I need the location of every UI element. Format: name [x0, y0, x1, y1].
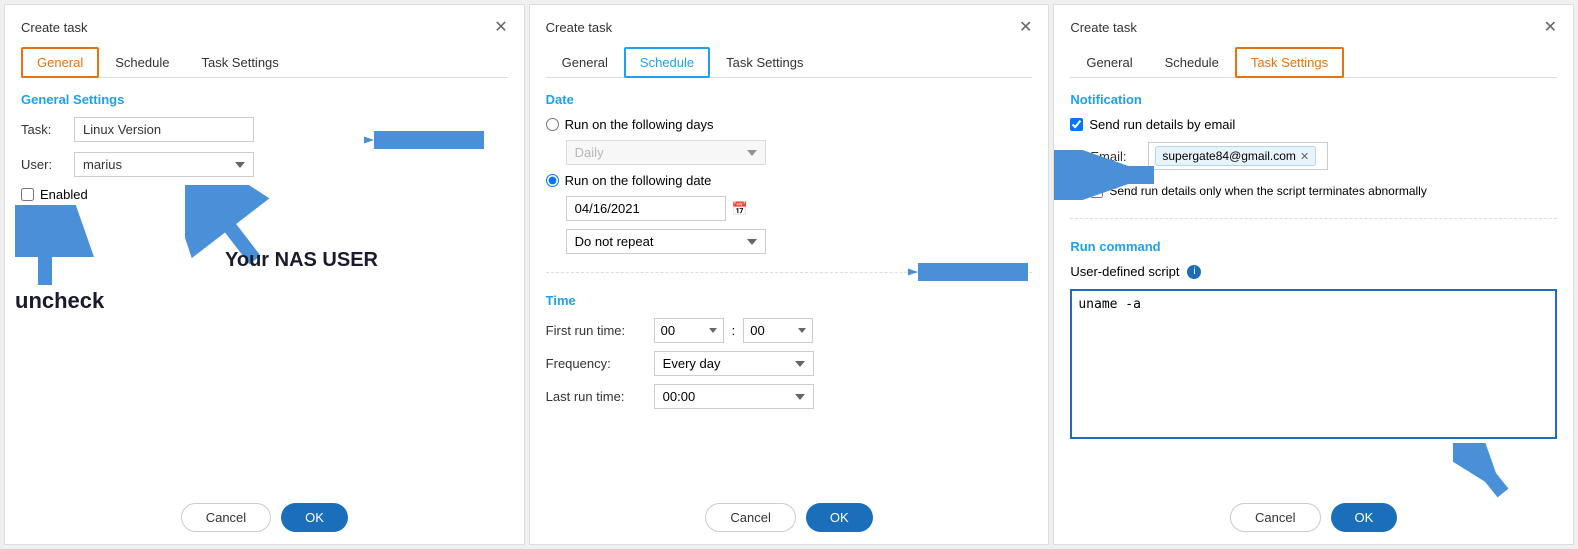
send-email-checkbox[interactable]: [1070, 118, 1083, 131]
user-select[interactable]: marius: [74, 152, 254, 177]
arrow-down-right: [1453, 443, 1513, 503]
tab-schedule-3[interactable]: Schedule: [1149, 47, 1235, 78]
time-section-title: Time: [546, 293, 1033, 308]
panel2-cancel-button[interactable]: Cancel: [705, 503, 795, 532]
panel3-ok-button[interactable]: OK: [1331, 503, 1398, 532]
hour-select[interactable]: 00: [654, 318, 724, 343]
tab-schedule-2[interactable]: Schedule: [624, 47, 710, 78]
panel3-title: Create task: [1070, 20, 1136, 35]
panel2-header: Create task ✕: [546, 17, 1033, 37]
radio-days-label: Run on the following days: [565, 117, 714, 132]
abnormal-checkbox[interactable]: [1090, 185, 1103, 198]
panel3-tabs: General Schedule Task Settings: [1070, 47, 1557, 78]
divider-2: [1070, 218, 1557, 219]
panel3-header: Create task ✕: [1070, 17, 1557, 37]
panel2-footer: Cancel OK: [530, 503, 1049, 532]
first-run-row: First run time: 00 : 00: [546, 318, 1033, 343]
panel3-cancel-button[interactable]: Cancel: [1230, 503, 1320, 532]
run-command-title: Run command: [1070, 239, 1557, 254]
annotation-nas-user-text: Your NAS USER: [225, 248, 378, 272]
email-chip: supergate84@gmail.com ✕: [1155, 146, 1316, 166]
panel1-cancel-button[interactable]: Cancel: [181, 503, 271, 532]
divider-1: [546, 272, 1033, 273]
user-label: User:: [21, 157, 66, 172]
script-label: User-defined script: [1070, 264, 1179, 279]
tab-general-1[interactable]: General: [21, 47, 99, 78]
date-input[interactable]: [566, 196, 726, 221]
panel1-title: Create task: [21, 20, 87, 35]
email-chip-close-button[interactable]: ✕: [1300, 150, 1309, 163]
email-row: Email: supergate84@gmail.com ✕: [1090, 142, 1557, 170]
tab-general-2[interactable]: General: [546, 47, 624, 78]
email-chip-container: supergate84@gmail.com ✕: [1148, 142, 1328, 170]
panel1-header: Create task ✕: [21, 17, 508, 37]
panel2-title: Create task: [546, 20, 612, 35]
panel3-footer: Cancel OK: [1054, 503, 1573, 532]
send-email-label: Send run details by email: [1089, 117, 1235, 132]
tab-task-settings-2[interactable]: Task Settings: [710, 47, 819, 78]
tab-general-3[interactable]: General: [1070, 47, 1148, 78]
date-input-row: 📅: [566, 196, 1033, 221]
first-run-label: First run time:: [546, 323, 646, 338]
script-textarea[interactable]: uname -a: [1070, 289, 1557, 439]
email-chip-value: supergate84@gmail.com: [1162, 149, 1296, 163]
tab-task-settings-1[interactable]: Task Settings: [185, 47, 294, 78]
daily-select-wrapper: Daily: [546, 140, 1033, 173]
panel1-tabs: General Schedule Task Settings: [21, 47, 508, 78]
annotation-uncheck-area: uncheck: [15, 205, 104, 314]
general-settings-title: General Settings: [21, 92, 508, 107]
panel2-ok-button[interactable]: OK: [806, 503, 873, 532]
tab-task-settings-3[interactable]: Task Settings: [1235, 47, 1344, 78]
frequency-select[interactable]: Every day: [654, 351, 814, 376]
enabled-checkbox[interactable]: [21, 188, 34, 201]
info-icon[interactable]: i: [1187, 265, 1201, 279]
radio-date-input[interactable]: [546, 174, 559, 187]
last-run-select[interactable]: 00:00: [654, 384, 814, 409]
arrow-up-uncheck: [15, 205, 95, 295]
panel-task-settings: Create task ✕ General Schedule Task Sett…: [1053, 4, 1574, 545]
abnormal-label: Send run details only when the script te…: [1109, 184, 1427, 198]
panel-schedule: Create task ✕ General Schedule Task Sett…: [529, 4, 1050, 545]
task-label: Task:: [21, 122, 66, 137]
annotation-uncheck-text: uncheck: [15, 288, 104, 314]
panel-general: Create task ✕ General Schedule Task Sett…: [4, 4, 525, 545]
abnormal-row: Send run details only when the script te…: [1090, 184, 1557, 198]
date-section-title: Date: [546, 92, 1033, 107]
frequency-row: Frequency: Every day: [546, 351, 1033, 376]
radio-days-input[interactable]: [546, 118, 559, 131]
repeat-select-row: Do not repeat: [566, 229, 1033, 254]
panel2-tabs: General Schedule Task Settings: [546, 47, 1033, 78]
panel1-ok-button[interactable]: OK: [281, 503, 348, 532]
panel1-close-button[interactable]: ✕: [494, 17, 507, 37]
time-colon: :: [732, 323, 736, 338]
panel1-footer: Cancel OK: [5, 503, 524, 532]
task-row: Task:: [21, 117, 508, 142]
send-email-row: Send run details by email: [1070, 117, 1557, 132]
email-label: Email:: [1090, 149, 1140, 164]
frequency-label: Frequency:: [546, 356, 646, 371]
tab-schedule-1[interactable]: Schedule: [99, 47, 185, 78]
radio-following-days: Run on the following days: [546, 117, 1033, 132]
last-run-row: Last run time: 00:00: [546, 384, 1033, 409]
enabled-label: Enabled: [40, 187, 88, 202]
enabled-row: Enabled: [21, 187, 508, 202]
panel2-close-button[interactable]: ✕: [1019, 17, 1032, 37]
radio-date-label: Run on the following date: [565, 173, 712, 188]
minute-select[interactable]: 00: [743, 318, 813, 343]
calendar-icon[interactable]: 📅: [732, 201, 748, 217]
daily-select[interactable]: Daily: [566, 140, 766, 165]
last-run-label: Last run time:: [546, 389, 646, 404]
notification-title: Notification: [1070, 92, 1557, 107]
task-input[interactable]: [74, 117, 254, 142]
radio-following-date: Run on the following date: [546, 173, 1033, 188]
panel3-close-button[interactable]: ✕: [1544, 17, 1557, 37]
script-label-row: User-defined script i: [1070, 264, 1557, 279]
repeat-select[interactable]: Do not repeat: [566, 229, 766, 254]
user-row: User: marius: [21, 152, 508, 177]
arrow-to-ok: [1453, 443, 1513, 506]
